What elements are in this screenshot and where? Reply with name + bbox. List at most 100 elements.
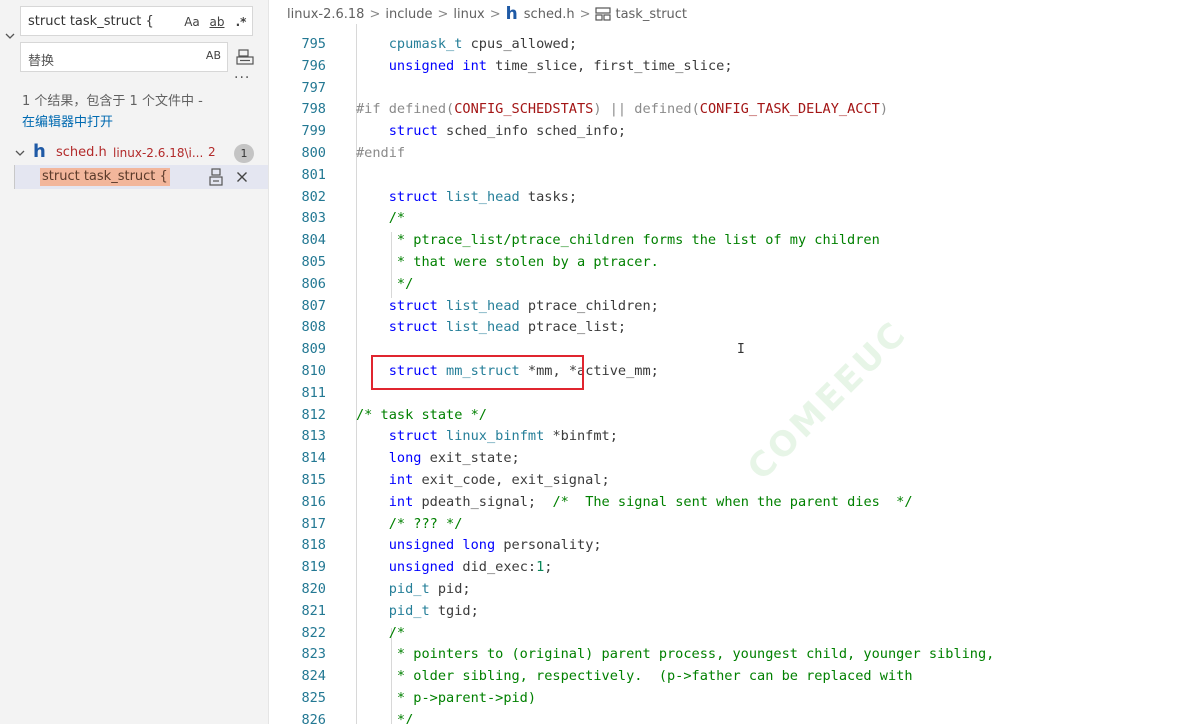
code-line[interactable]: 818 unsigned long personality; xyxy=(270,534,1186,556)
toggle-replace-chevron-icon[interactable] xyxy=(4,30,16,42)
breadcrumb-item-root[interactable]: linux-2.6.18 xyxy=(287,7,364,22)
line-number: 799 xyxy=(301,123,326,140)
result-count-badge: 1 xyxy=(234,144,254,163)
breadcrumb-item-symbol[interactable]: task_struct xyxy=(615,7,687,22)
code-text: */ xyxy=(356,275,414,292)
code-text: int pdeath_signal; /* The signal sent wh… xyxy=(388,493,913,510)
chevron-right-icon: > xyxy=(437,6,449,22)
replace-all-icon[interactable] xyxy=(236,48,254,66)
code-line[interactable]: 815 int exit_code, exit_signal; xyxy=(270,469,1186,491)
breadcrumb-item-linux[interactable]: linux xyxy=(453,7,484,22)
code-line[interactable]: 801 xyxy=(270,164,1186,186)
code-line[interactable]: 823 * pointers to (original) parent proc… xyxy=(270,643,1186,665)
code-line[interactable]: 805 * that were stolen by a ptracer. xyxy=(270,251,1186,273)
code-line[interactable]: 806 */ xyxy=(270,273,1186,295)
line-number: 825 xyxy=(301,690,326,706)
line-number: 802 xyxy=(301,188,326,205)
line-number: 805 xyxy=(301,254,326,270)
open-in-editor-link[interactable]: 在编辑器中打开 xyxy=(22,111,113,130)
whole-word-toggle[interactable]: ab xyxy=(207,13,227,31)
code-text: int exit_code, exit_signal; xyxy=(388,472,610,488)
line-number: 822 xyxy=(301,624,326,641)
replace-input-value: 替换 xyxy=(28,54,55,69)
code-text: unsigned did_exec:1; xyxy=(388,559,553,576)
code-line[interactable]: 799 struct sched_info sched_info; xyxy=(270,120,1186,142)
find-input[interactable]: struct task_struct { Aa ab .* xyxy=(20,6,253,36)
preserve-case-toggle[interactable]: AB xyxy=(206,49,221,62)
line-number: 796 xyxy=(301,57,326,74)
line-number: 803 xyxy=(301,210,326,227)
code-line[interactable]: 800 #endif xyxy=(270,142,1186,164)
line-number: 813 xyxy=(301,428,326,445)
code-text: struct list_head ptrace_children; xyxy=(388,297,659,314)
code-line[interactable]: 822 /* xyxy=(270,622,1186,644)
line-number: 812 xyxy=(301,406,326,423)
line-number: 811 xyxy=(301,384,326,401)
line-number: 821 xyxy=(301,602,326,619)
code-line[interactable]: 808 struct list_head ptrace_list; xyxy=(270,316,1186,338)
line-number: 800 xyxy=(301,145,326,161)
result-file-problem-count: 2 xyxy=(208,145,216,159)
struct-symbol-icon xyxy=(595,7,612,21)
code-line[interactable]: 826 */ xyxy=(270,709,1186,724)
line-number: 819 xyxy=(301,559,326,576)
code-line[interactable]: 819 unsigned did_exec:1; xyxy=(270,556,1186,578)
code-line[interactable]: 816 int pdeath_signal; /* The signal sen… xyxy=(270,491,1186,513)
result-file-row[interactable]: h sched.h linux-2.6.18\i... 2 1 xyxy=(0,141,268,164)
code-line[interactable]: 825 * p->parent->pid) xyxy=(270,687,1186,709)
breadcrumb-item-include[interactable]: include xyxy=(385,7,432,22)
dismiss-close-icon[interactable] xyxy=(236,171,248,183)
code-text: * p->parent->pid) xyxy=(356,690,537,706)
code-line[interactable]: 804 * ptrace_list/ptrace_children forms … xyxy=(270,229,1186,251)
code-line[interactable]: 814 long exit_state; xyxy=(270,447,1186,469)
line-number: 810 xyxy=(301,363,326,379)
replace-match-icon[interactable] xyxy=(208,168,224,186)
code-line[interactable]: 807 struct list_head ptrace_children; xyxy=(270,295,1186,317)
code-line[interactable]: 795 cpumask_t cpus_allowed; xyxy=(270,33,1186,55)
code-line[interactable]: 820 pid_t pid; xyxy=(270,578,1186,600)
code-line[interactable]: 796 unsigned int time_slice, first_time_… xyxy=(270,55,1186,77)
code-text: unsigned int time_slice, first_time_slic… xyxy=(388,57,733,74)
code-line[interactable]: 797 xyxy=(270,77,1186,99)
code-text: long exit_state; xyxy=(388,450,520,467)
code-text: * pointers to (original) parent process,… xyxy=(356,646,995,663)
chevron-right-icon: > xyxy=(579,6,591,22)
line-number: 801 xyxy=(301,166,326,183)
result-file-path: linux-2.6.18\i... xyxy=(113,146,204,160)
match-case-toggle[interactable]: Aa xyxy=(183,13,201,31)
regex-toggle[interactable]: .* xyxy=(232,13,250,31)
breadcrumb-item-file[interactable]: sched.h xyxy=(524,7,575,22)
find-input-value: struct task_struct { xyxy=(28,14,154,29)
code-text: struct list_head tasks; xyxy=(388,188,578,205)
c-header-file-icon: h xyxy=(33,141,46,162)
code-line[interactable]: 798 #if defined(CONFIG_SCHEDSTATS) || def… xyxy=(270,98,1186,120)
code-text: #endif xyxy=(356,145,406,161)
c-header-file-icon: h xyxy=(505,4,518,24)
line-number: 804 xyxy=(301,232,326,249)
code-text: cpumask_t cpus_allowed; xyxy=(388,36,577,52)
code-text: struct linux_binfmt *binfmt; xyxy=(388,428,618,445)
code-text: pid_t pid; xyxy=(388,581,471,597)
line-number: 814 xyxy=(301,450,326,467)
code-line[interactable]: 802 struct list_head tasks; xyxy=(270,186,1186,208)
code-line[interactable]: 803 /* xyxy=(270,207,1186,229)
line-number: 824 xyxy=(301,668,326,685)
replace-input[interactable]: 替换 AB xyxy=(20,42,228,72)
chevron-right-icon: > xyxy=(489,6,501,22)
chevron-down-icon[interactable] xyxy=(14,147,26,159)
result-summary: 1 个结果，包含于 1 个文件中 - xyxy=(22,94,203,109)
code-line[interactable]: 813 struct linux_binfmt *binfmt; xyxy=(270,425,1186,447)
result-match-row[interactable]: struct task_struct { xyxy=(14,165,268,189)
breadcrumb: linux-2.6.18 > include > linux > h sched… xyxy=(287,4,687,24)
code-line[interactable]: 824 * older sibling, respectively. (p->f… xyxy=(270,665,1186,687)
code-line[interactable]: 817 /* ??? */ xyxy=(270,513,1186,535)
more-options-icon[interactable]: ··· xyxy=(234,70,250,86)
code-line[interactable]: 821 pid_t tgid; xyxy=(270,600,1186,622)
line-number: 795 xyxy=(301,36,326,52)
code-editor[interactable]: linux-2.6.18 > include > linux > h sched… xyxy=(270,0,1186,724)
code-line[interactable]: 812 /* task state */ xyxy=(270,404,1186,426)
tree-indent-guide xyxy=(14,165,15,189)
result-match-text: struct task_struct { xyxy=(40,168,170,186)
line-number: 808 xyxy=(301,319,326,336)
code-text: /* xyxy=(388,210,406,227)
